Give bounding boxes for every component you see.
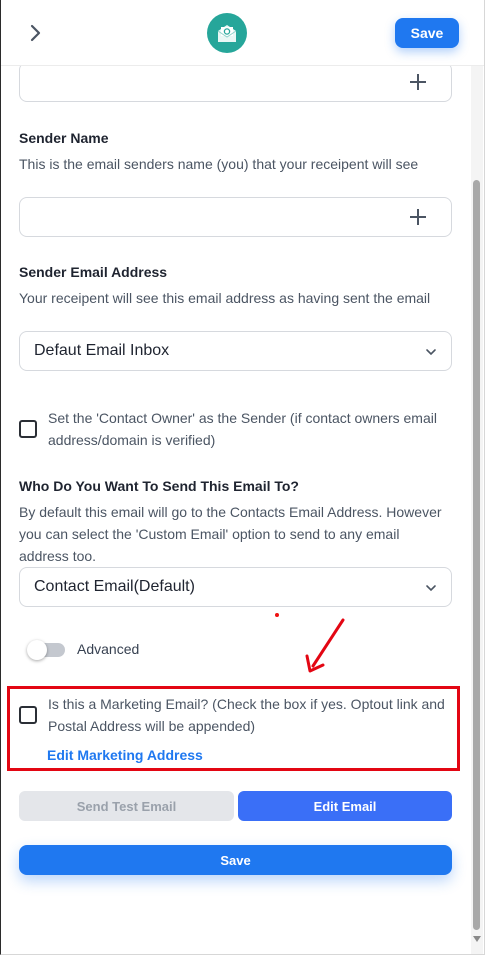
chevron-down-icon xyxy=(426,585,436,592)
marketing-email-checkbox[interactable] xyxy=(19,706,37,724)
sender-email-label: Sender Email Address xyxy=(19,264,168,280)
recipient-value: Contact Email(Default) xyxy=(34,578,195,595)
sender-name-help: This is the email senders name (you) tha… xyxy=(19,156,419,172)
scrollbar-thumb[interactable] xyxy=(473,180,480,930)
scrollbar[interactable] xyxy=(471,66,483,954)
header-bar: Save xyxy=(1,0,484,66)
email-logo-icon xyxy=(207,13,247,53)
contact-owner-label: Set the 'Contact Owner' as the Sender (i… xyxy=(48,410,437,448)
sender-name-label: Sender Name xyxy=(19,130,109,146)
edit-email-button[interactable]: Edit Email xyxy=(238,791,452,821)
recipient-select[interactable]: Contact Email(Default) xyxy=(19,567,452,607)
header-save-button[interactable]: Save xyxy=(395,18,459,48)
previous-field-input[interactable] xyxy=(19,62,452,102)
toggle-knob[interactable] xyxy=(27,640,47,660)
plus-icon[interactable] xyxy=(407,206,429,228)
sender-name-input[interactable] xyxy=(19,197,452,237)
recipient-label: Who Do You Want To Send This Email To? xyxy=(19,478,299,494)
panel-content: Sender Name This is the email senders na… xyxy=(1,0,471,954)
save-button[interactable]: Save xyxy=(19,845,452,875)
chevron-right-icon[interactable] xyxy=(25,22,47,44)
edit-marketing-address-link[interactable]: Edit Marketing Address xyxy=(47,747,203,763)
annotation-dot xyxy=(275,613,279,617)
plus-icon[interactable] xyxy=(407,71,429,93)
scroll-down-arrow-icon[interactable] xyxy=(473,936,481,942)
advanced-label: Advanced xyxy=(77,641,140,657)
advanced-toggle[interactable] xyxy=(27,640,65,660)
sender-email-value: Defaut Email Inbox xyxy=(34,342,170,359)
sender-email-select[interactable]: Defaut Email Inbox xyxy=(19,331,452,371)
contact-owner-checkbox[interactable] xyxy=(19,420,37,438)
send-test-email-button[interactable]: Send Test Email xyxy=(19,791,234,821)
annotation-arrow-icon xyxy=(305,618,345,673)
chevron-down-icon xyxy=(426,349,436,356)
email-settings-panel: Sender Name This is the email senders na… xyxy=(0,0,485,955)
recipient-help: By default this email will go to the Con… xyxy=(19,504,442,564)
marketing-email-label: Is this a Marketing Email? (Check the bo… xyxy=(48,696,445,734)
sender-email-help: Your receipent will see this email addre… xyxy=(19,290,431,306)
